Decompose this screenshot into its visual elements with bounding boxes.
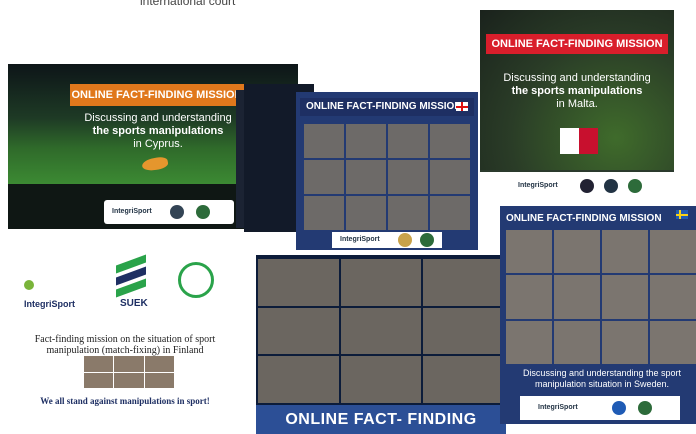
- participant-tile: [602, 320, 648, 364]
- finland-footer: We all stand against manipulations in sp…: [40, 396, 210, 406]
- participant-tile: [430, 160, 470, 194]
- finland-photo-grid: [84, 356, 174, 388]
- participant-tile: [506, 230, 552, 274]
- federation-logo-icon: [170, 205, 184, 219]
- georgia-flag-icon: [456, 102, 468, 111]
- cyprus-line2: the sports manipulations: [92, 125, 224, 137]
- finland-title: Fact-finding mission on the situation of…: [34, 334, 216, 356]
- participant-tile: [340, 356, 422, 403]
- participant-tile: [554, 230, 600, 274]
- georgia-banner-text: ONLINE FACT-FINDING MISSION: [306, 101, 462, 112]
- georgia-banner: ONLINE FACT-FINDING MISSION: [300, 98, 474, 116]
- top-caption: international court: [140, 0, 236, 8]
- big-meeting-card: ONLINE FACT- FINDING MISSION: [256, 255, 506, 434]
- georgia-video-grid: [304, 124, 470, 230]
- participant-tile: [114, 356, 144, 372]
- participant-tile: [602, 230, 648, 274]
- integrisport-logo: IntegriSport: [538, 404, 578, 411]
- malta-banner: ONLINE FACT-FINDING MISSION: [486, 34, 668, 54]
- participant-tile: [304, 160, 344, 194]
- participant-tile: [258, 259, 339, 306]
- participant-tile: [388, 160, 428, 194]
- sweden-text: Discussing and understanding the sport m…: [522, 368, 682, 389]
- participant-tile: [430, 124, 470, 158]
- participant-tile: [650, 320, 696, 364]
- malta-logos: IntegriSport: [480, 172, 674, 202]
- suek-logo-text: SUEK: [120, 298, 148, 309]
- participant-tile: [258, 307, 339, 355]
- participant-tile: [144, 372, 174, 388]
- finland-document: IntegriSport SUEK Fact-finding mission o…: [14, 244, 236, 414]
- participant-tile: [554, 275, 600, 319]
- participant-tile: [388, 196, 428, 230]
- participant-tile: [340, 307, 422, 355]
- malta-flag-icon: [560, 128, 598, 154]
- participant-tile: [602, 275, 648, 319]
- partner-logo-icon: [638, 401, 652, 415]
- malta-line1: Discussing and understanding: [503, 72, 651, 84]
- partner-logo-icon: [196, 205, 210, 219]
- georgia-card: ONLINE FACT-FINDING MISSION IntegriSport: [296, 92, 478, 250]
- integrisport-logo: IntegriSport: [24, 276, 84, 309]
- cyprus-logos: IntegriSport: [104, 200, 234, 224]
- participant-tile: [650, 275, 696, 319]
- big-banner: ONLINE FACT- FINDING MISSION: [256, 405, 506, 434]
- sweden-logos: IntegriSport: [520, 396, 680, 420]
- participant-tile: [304, 196, 344, 230]
- partner-logo-icon: [420, 233, 434, 247]
- malta-text: Discussing and understanding the sports …: [494, 72, 660, 111]
- participant-tile: [304, 124, 344, 158]
- participant-tile: [423, 356, 504, 403]
- sweden-video-grid: [506, 230, 696, 364]
- federation-logo-icon: [612, 401, 626, 415]
- participant-tile: [423, 307, 504, 355]
- cyprus-line3: in Cyprus.: [133, 138, 183, 150]
- crest-logo-icon: [398, 233, 412, 247]
- georgia-logos: IntegriSport: [332, 232, 442, 248]
- crest-logo-icon: [604, 179, 618, 193]
- sweden-flag-icon: [676, 210, 688, 219]
- sweden-banner: ONLINE FACT-FINDING MISSION: [506, 213, 662, 224]
- participant-tile: [346, 196, 386, 230]
- participant-tile: [346, 124, 386, 158]
- participant-tile: [144, 356, 174, 372]
- participant-tile: [423, 259, 504, 306]
- integrisport-logo: IntegriSport: [112, 208, 152, 215]
- foundation-logo-icon: [174, 262, 218, 302]
- participant-tile: [84, 372, 114, 388]
- participant-tile: [506, 275, 552, 319]
- participant-tile: [346, 160, 386, 194]
- big-video-grid: [258, 259, 504, 403]
- foundation-circle-icon: [178, 262, 214, 298]
- integrisport-logo: IntegriSport: [340, 236, 380, 243]
- participant-tile: [114, 372, 144, 388]
- participant-tile: [84, 356, 114, 372]
- integrisport-logo-text: IntegriSport: [24, 299, 75, 309]
- participant-tile: [388, 124, 428, 158]
- malta-line3: in Malta.: [556, 98, 598, 110]
- cyprus-banner: ONLINE FACT-FINDING MISSION: [70, 84, 244, 106]
- cyprus-line1: Discussing and understanding: [84, 112, 232, 124]
- partner-logo-icon: [628, 179, 642, 193]
- integrisport-logo: IntegriSport: [518, 182, 558, 189]
- suek-logo: SUEK: [110, 254, 154, 316]
- participant-tile: [430, 196, 470, 230]
- federation-logo-icon: [580, 179, 594, 193]
- malta-card: ONLINE FACT-FINDING MISSION Discussing a…: [480, 10, 674, 172]
- integrisport-dot-icon: [24, 279, 34, 290]
- malta-line2: the sports manipulations: [511, 85, 643, 97]
- participant-tile: [506, 320, 552, 364]
- participant-tile: [650, 230, 696, 274]
- sweden-card: ONLINE FACT-FINDING MISSION Discussing a…: [500, 206, 696, 424]
- participant-tile: [554, 320, 600, 364]
- cyprus-text: Discussing and understanding the sports …: [68, 112, 248, 151]
- participant-tile: [340, 259, 422, 306]
- participant-tile: [258, 356, 339, 403]
